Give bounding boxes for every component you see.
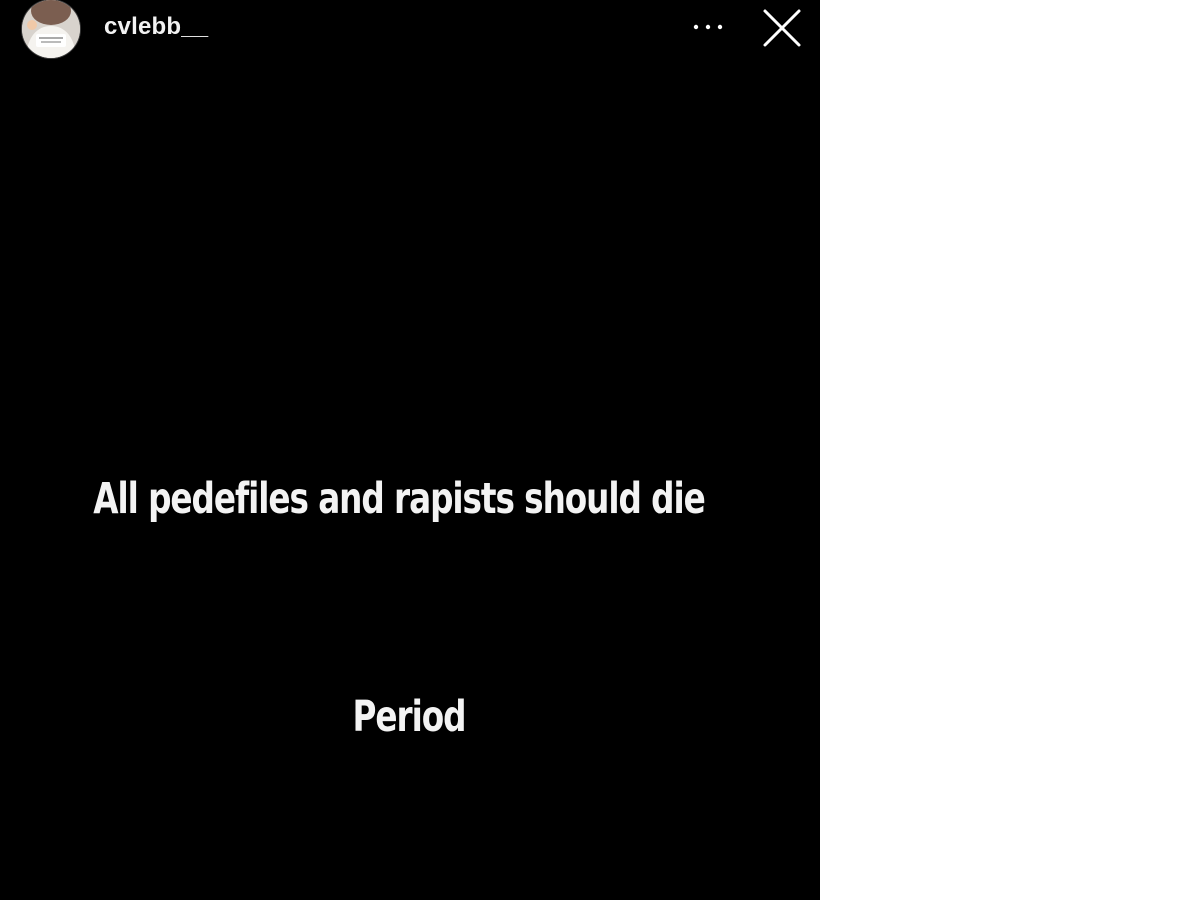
story-text-line-2: Period bbox=[352, 692, 467, 742]
close-icon bbox=[763, 9, 801, 47]
story-viewer: cvlebb__ All pedefiles and rapists shoul… bbox=[0, 0, 820, 900]
profile-avatar[interactable] bbox=[22, 0, 80, 58]
story-header: cvlebb__ bbox=[0, 0, 820, 58]
story-text-line-1: All pedefiles and rapists should die bbox=[93, 474, 705, 524]
more-horizontal-icon bbox=[693, 24, 723, 30]
close-story-button[interactable] bbox=[758, 4, 806, 52]
avatar-photo bbox=[22, 0, 80, 58]
story-username[interactable]: cvlebb__ bbox=[104, 13, 208, 41]
more-options-button[interactable] bbox=[688, 12, 728, 42]
